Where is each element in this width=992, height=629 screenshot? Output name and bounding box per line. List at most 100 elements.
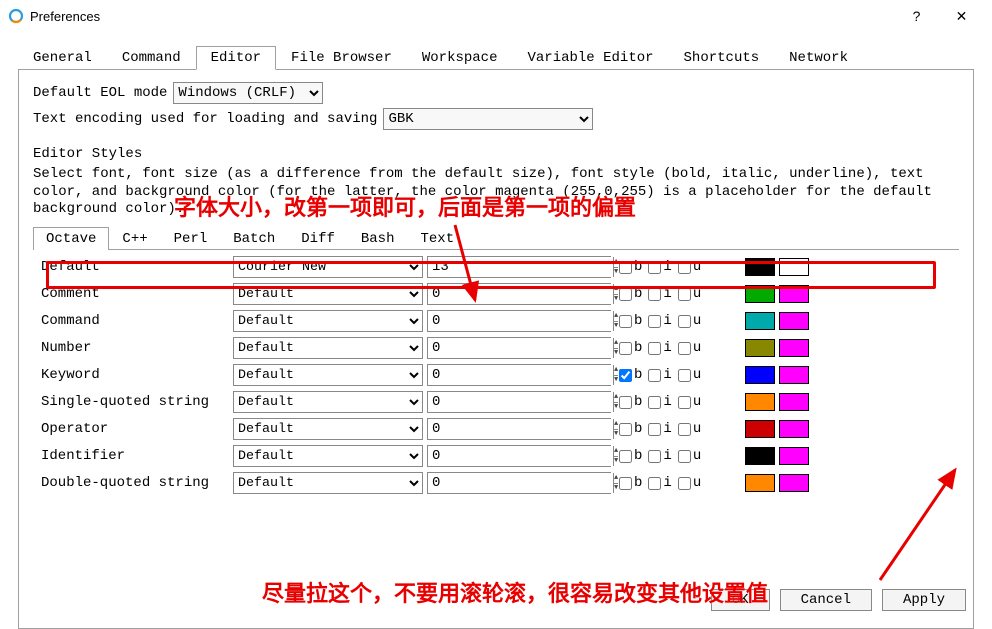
subtab-text[interactable]: Text: [407, 227, 467, 250]
tab-shortcuts[interactable]: Shortcuts: [669, 46, 775, 70]
size-input[interactable]: [428, 392, 613, 412]
underline-checkbox[interactable]: u: [678, 475, 701, 491]
size-spinbox[interactable]: ▲▼: [427, 337, 611, 359]
size-input[interactable]: [428, 257, 613, 277]
bg-color-swatch[interactable]: [779, 285, 809, 303]
italic-checkbox[interactable]: i: [648, 394, 671, 410]
fg-color-swatch[interactable]: [745, 420, 775, 438]
font-select[interactable]: Default: [233, 445, 423, 467]
size-input[interactable]: [428, 365, 613, 385]
font-select[interactable]: Default: [233, 310, 423, 332]
bold-checkbox[interactable]: b: [619, 394, 642, 410]
size-spinbox[interactable]: ▲▼: [427, 472, 611, 494]
bold-checkbox[interactable]: b: [619, 259, 642, 275]
bg-color-swatch[interactable]: [779, 258, 809, 276]
tab-command[interactable]: Command: [107, 46, 196, 70]
italic-checkbox[interactable]: i: [648, 340, 671, 356]
subtab-octave[interactable]: Octave: [33, 227, 109, 250]
fg-color-swatch[interactable]: [745, 312, 775, 330]
bg-color-swatch[interactable]: [779, 420, 809, 438]
font-select[interactable]: Courier New: [233, 256, 423, 278]
close-button[interactable]: ✕: [939, 2, 984, 30]
subtab-batch[interactable]: Batch: [220, 227, 288, 250]
styles-description: Select font, font size (as a difference …: [33, 166, 959, 219]
italic-checkbox[interactable]: i: [648, 448, 671, 464]
tab-general[interactable]: General: [18, 46, 107, 70]
underline-checkbox[interactable]: u: [678, 313, 701, 329]
underline-checkbox[interactable]: u: [678, 421, 701, 437]
bold-checkbox[interactable]: b: [619, 367, 642, 383]
subtab-diff[interactable]: Diff: [288, 227, 348, 250]
bold-checkbox[interactable]: b: [619, 448, 642, 464]
apply-button[interactable]: Apply: [882, 589, 966, 611]
bg-color-swatch[interactable]: [779, 447, 809, 465]
bold-checkbox[interactable]: b: [619, 286, 642, 302]
size-input[interactable]: [428, 419, 613, 439]
underline-checkbox[interactable]: u: [678, 286, 701, 302]
italic-checkbox[interactable]: i: [648, 475, 671, 491]
fg-color-swatch[interactable]: [745, 393, 775, 411]
italic-checkbox[interactable]: i: [648, 421, 671, 437]
window-title: Preferences: [30, 9, 894, 24]
italic-checkbox[interactable]: i: [648, 367, 671, 383]
tab-editor[interactable]: Editor: [196, 46, 276, 70]
italic-checkbox[interactable]: i: [648, 286, 671, 302]
fg-color-swatch[interactable]: [745, 339, 775, 357]
bg-color-swatch[interactable]: [779, 339, 809, 357]
ok-button[interactable]: OK: [711, 589, 770, 611]
size-spinbox[interactable]: ▲▼: [427, 310, 611, 332]
fg-color-swatch[interactable]: [745, 258, 775, 276]
subtab-perl[interactable]: Perl: [161, 227, 221, 250]
size-input[interactable]: [428, 338, 613, 358]
tab-variable-editor[interactable]: Variable Editor: [513, 46, 669, 70]
size-spinbox[interactable]: ▲▼: [427, 364, 611, 386]
underline-checkbox[interactable]: u: [678, 448, 701, 464]
bg-color-swatch[interactable]: [779, 312, 809, 330]
font-select[interactable]: Default: [233, 472, 423, 494]
bold-checkbox[interactable]: b: [619, 475, 642, 491]
style-row: OperatorDefault▲▼ b i u: [33, 416, 959, 443]
help-button[interactable]: ?: [894, 2, 939, 30]
bold-checkbox[interactable]: b: [619, 340, 642, 356]
encoding-select[interactable]: GBK: [383, 108, 593, 130]
size-spinbox[interactable]: ▲▼: [427, 256, 611, 278]
fg-color-swatch[interactable]: [745, 474, 775, 492]
italic-checkbox[interactable]: i: [648, 313, 671, 329]
italic-checkbox[interactable]: i: [648, 259, 671, 275]
style-row: DefaultCourier New▲▼ b i u: [33, 254, 959, 281]
underline-checkbox[interactable]: u: [678, 394, 701, 410]
font-select[interactable]: Default: [233, 364, 423, 386]
cancel-button[interactable]: Cancel: [780, 589, 872, 611]
fg-color-swatch[interactable]: [745, 366, 775, 384]
size-input[interactable]: [428, 473, 613, 493]
bold-checkbox[interactable]: b: [619, 313, 642, 329]
bg-color-swatch[interactable]: [779, 366, 809, 384]
size-input[interactable]: [428, 311, 613, 331]
fg-color-swatch[interactable]: [745, 447, 775, 465]
size-spinbox[interactable]: ▲▼: [427, 418, 611, 440]
fg-color-swatch[interactable]: [745, 285, 775, 303]
size-spinbox[interactable]: ▲▼: [427, 445, 611, 467]
size-input[interactable]: [428, 446, 613, 466]
size-input[interactable]: [428, 284, 613, 304]
tab-network[interactable]: Network: [774, 46, 863, 70]
size-spinbox[interactable]: ▲▼: [427, 283, 611, 305]
font-select[interactable]: Default: [233, 337, 423, 359]
bg-color-swatch[interactable]: [779, 393, 809, 411]
tab-workspace[interactable]: Workspace: [407, 46, 513, 70]
font-select[interactable]: Default: [233, 391, 423, 413]
style-name: Comment: [33, 286, 233, 302]
underline-checkbox[interactable]: u: [678, 259, 701, 275]
bg-color-swatch[interactable]: [779, 474, 809, 492]
tab-panel-scroll[interactable]: Default EOL mode Windows (CRLF) Text enc…: [19, 70, 973, 628]
underline-checkbox[interactable]: u: [678, 367, 701, 383]
eol-select[interactable]: Windows (CRLF): [173, 82, 323, 104]
bold-checkbox[interactable]: b: [619, 421, 642, 437]
font-select[interactable]: Default: [233, 283, 423, 305]
subtab-cpp[interactable]: C++: [109, 227, 160, 250]
size-spinbox[interactable]: ▲▼: [427, 391, 611, 413]
tab-file-browser[interactable]: File Browser: [276, 46, 407, 70]
underline-checkbox[interactable]: u: [678, 340, 701, 356]
font-select[interactable]: Default: [233, 418, 423, 440]
subtab-bash[interactable]: Bash: [348, 227, 408, 250]
